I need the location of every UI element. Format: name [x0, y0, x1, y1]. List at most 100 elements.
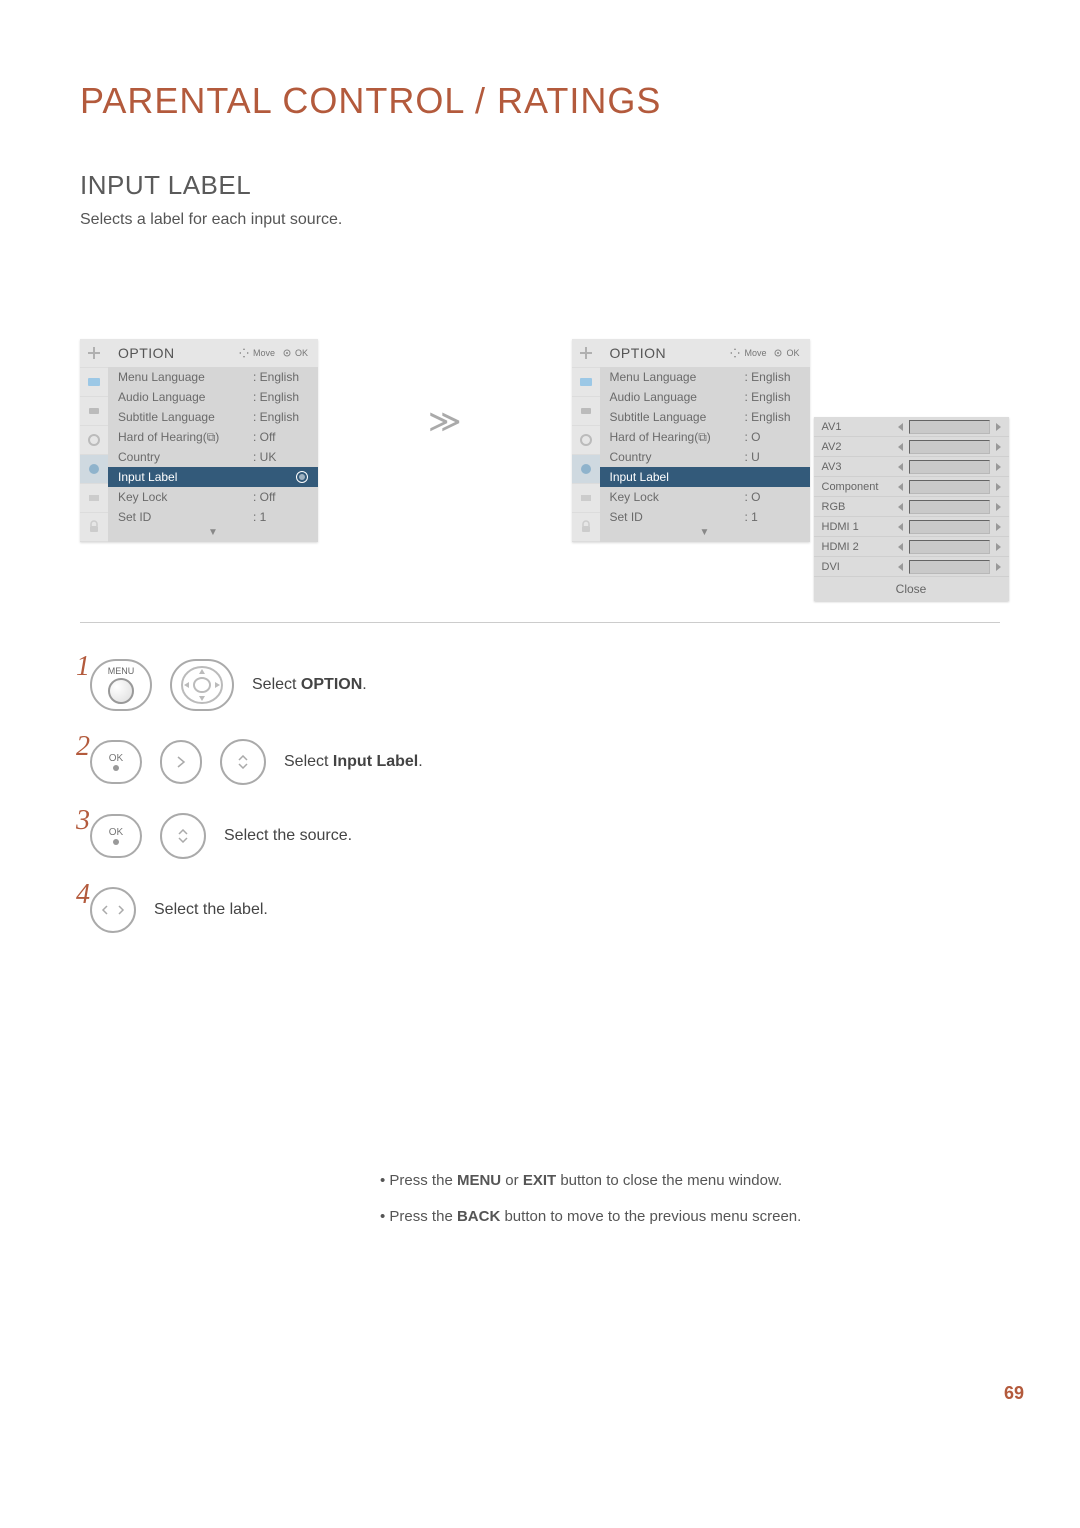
step-number: 1 — [76, 651, 90, 683]
ok-dot-icon — [283, 349, 291, 357]
osd-panels-row: OPTION Move OK Menu Language: English Au… — [80, 339, 1000, 542]
osd-hint-move: Move — [730, 348, 766, 358]
more-arrow-icon: ▼ — [600, 527, 810, 542]
osd-row[interactable]: Key Lock: O — [600, 487, 810, 507]
step-2: 2 OK Select Input Label. — [80, 739, 1000, 785]
osd-row[interactable]: Audio Language: English — [600, 387, 810, 407]
osd-panel-right: OPTION Move OK Menu Language: English Au… — [572, 339, 810, 542]
popup-item[interactable]: AV2 — [814, 437, 1009, 457]
left-arrow-icon[interactable] — [898, 463, 903, 471]
picture-icon — [572, 368, 600, 397]
move-icon — [730, 348, 740, 358]
osd-row[interactable]: Subtitle Language: English — [600, 407, 810, 427]
osd-row[interactable]: Country: U — [600, 447, 810, 467]
right-arrow-icon[interactable] — [996, 463, 1001, 471]
tools-icon — [80, 339, 108, 368]
page-number: 69 — [1004, 1383, 1024, 1404]
audio-icon — [80, 397, 108, 426]
steps-list: 1 MENU Select OPTION. 2 OK — [80, 659, 1000, 933]
osd-row[interactable]: Audio Language: English — [108, 387, 318, 407]
page-title: PARENTAL CONTROL / RATINGS — [80, 80, 1000, 122]
label-field[interactable] — [909, 480, 990, 494]
osd-row[interactable]: Menu Language: English — [600, 367, 810, 387]
time-icon — [80, 426, 108, 455]
osd-hint-ok: OK — [774, 348, 799, 358]
move-icon — [239, 348, 249, 358]
option-icon — [572, 455, 600, 484]
step-text: Select Input Label. — [284, 753, 423, 771]
right-arrow-icon[interactable] — [996, 523, 1001, 531]
lock-icon — [80, 513, 108, 542]
left-arrow-icon[interactable] — [898, 503, 903, 511]
left-arrow-icon[interactable] — [898, 423, 903, 431]
menu-button-icon: MENU — [90, 659, 152, 711]
osd-side-icons — [572, 339, 600, 542]
osd-row[interactable]: Key Lock: Off — [108, 487, 318, 507]
left-arrow-icon[interactable] — [898, 563, 903, 571]
label-field[interactable] — [909, 500, 990, 514]
transition-arrow-icon: ≫ — [428, 402, 462, 440]
osd-header: OPTION Move OK — [600, 339, 810, 367]
osd-side-icons — [80, 339, 108, 542]
right-arrow-icon[interactable] — [996, 563, 1001, 571]
osd-row[interactable]: Menu Language: English — [108, 367, 318, 387]
osd-hint-ok: OK — [283, 348, 308, 358]
osd-row[interactable]: Country: UK — [108, 447, 318, 467]
popup-item[interactable]: AV3 — [814, 457, 1009, 477]
note-line: Press the MENU or EXIT button to close t… — [380, 1163, 1000, 1199]
step-text: Select the label. — [154, 901, 268, 919]
osd-panel-left: OPTION Move OK Menu Language: English Au… — [80, 339, 318, 542]
osd-row[interactable]: Hard of Hearing(⧉): Off — [108, 427, 318, 447]
right-arrow-icon[interactable] — [996, 423, 1001, 431]
left-arrow-icon[interactable] — [898, 443, 903, 451]
right-arrow-icon[interactable] — [996, 443, 1001, 451]
right-arrow-icon[interactable] — [996, 543, 1001, 551]
label-field[interactable] — [909, 560, 990, 574]
popup-item[interactable]: RGB — [814, 497, 1009, 517]
popup-item[interactable]: AV1 — [814, 417, 1009, 437]
step-4: 4 Select the label. — [80, 887, 1000, 933]
left-arrow-icon[interactable] — [898, 523, 903, 531]
note-line: Press the BACK button to move to the pre… — [380, 1199, 1000, 1235]
input-icon — [572, 484, 600, 513]
popup-close-button[interactable]: Close — [814, 577, 1009, 601]
label-field[interactable] — [909, 420, 990, 434]
step-3: 3 OK Select the source. — [80, 813, 1000, 859]
osd-row[interactable]: Hard of Hearing(⧉): O — [600, 427, 810, 447]
picture-icon — [80, 368, 108, 397]
ok-dot-icon — [774, 349, 782, 357]
popup-item[interactable]: HDMI 2 — [814, 537, 1009, 557]
osd-row[interactable]: Set ID: 1 — [600, 507, 810, 527]
ok-button-icon: OK — [90, 814, 142, 858]
step-text: Select the source. — [224, 827, 352, 845]
select-dot-icon — [296, 471, 308, 483]
popup-item[interactable]: HDMI 1 — [814, 517, 1009, 537]
updown-button-icon — [220, 739, 266, 785]
label-field[interactable] — [909, 520, 990, 534]
popup-item[interactable]: DVI — [814, 557, 1009, 577]
input-icon — [80, 484, 108, 513]
step-1: 1 MENU Select OPTION. — [80, 659, 1000, 711]
label-field[interactable] — [909, 540, 990, 554]
audio-icon — [572, 397, 600, 426]
osd-row-selected[interactable]: Input Label — [600, 467, 810, 487]
osd-row-selected[interactable]: Input Label — [108, 467, 318, 487]
label-field[interactable] — [909, 440, 990, 454]
leftright-button-icon — [90, 887, 136, 933]
time-icon — [572, 426, 600, 455]
label-field[interactable] — [909, 460, 990, 474]
osd-rows: Menu Language: English Audio Language: E… — [108, 367, 318, 542]
left-arrow-icon[interactable] — [898, 483, 903, 491]
step-number: 3 — [76, 805, 90, 837]
left-arrow-icon[interactable] — [898, 543, 903, 551]
right-arrow-icon[interactable] — [996, 503, 1001, 511]
osd-row[interactable]: Subtitle Language: English — [108, 407, 318, 427]
section-divider — [80, 622, 1000, 623]
right-arrow-icon[interactable] — [996, 483, 1001, 491]
osd-row[interactable]: Set ID: 1 — [108, 507, 318, 527]
option-icon — [80, 455, 108, 484]
popup-item[interactable]: Component — [814, 477, 1009, 497]
tools-icon — [572, 339, 600, 368]
lock-icon — [572, 513, 600, 542]
osd-header-label: OPTION — [610, 345, 723, 361]
